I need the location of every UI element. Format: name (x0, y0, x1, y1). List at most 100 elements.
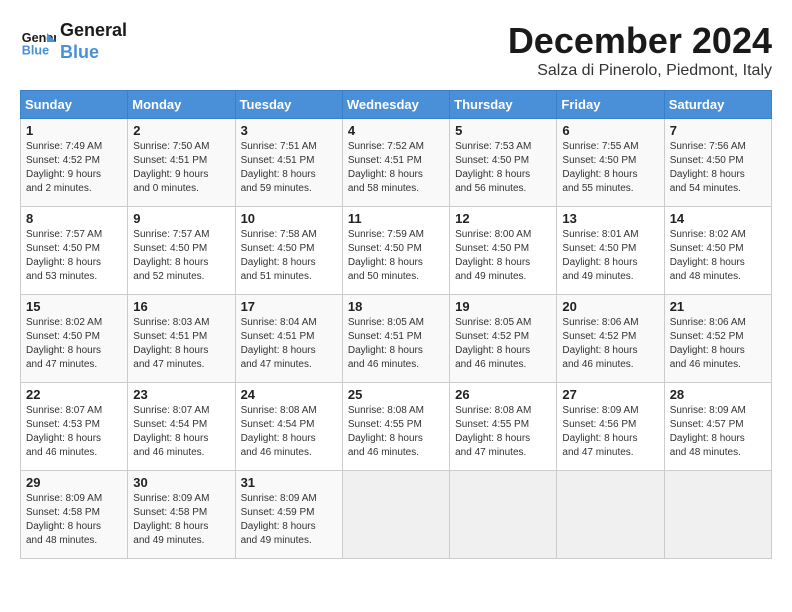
calendar-cell: 8 Sunrise: 7:57 AMSunset: 4:50 PMDaylight… (21, 207, 128, 295)
month-title: December 2024 (508, 20, 772, 62)
day-info: Sunrise: 7:50 AMSunset: 4:51 PMDaylight:… (133, 140, 229, 196)
calendar-week: 22 Sunrise: 8:07 AMSunset: 4:53 PMDayligh… (21, 383, 772, 471)
calendar-week: 1 Sunrise: 7:49 AMSunset: 4:52 PMDaylight… (21, 119, 772, 207)
day-number: 21 (670, 299, 766, 314)
calendar-cell: 16Sunrise: 8:03 AMSunset: 4:51 PMDayligh… (128, 295, 235, 383)
calendar-cell: 30Sunrise: 8:09 AMSunset: 4:58 PMDayligh… (128, 471, 235, 559)
day-info: Sunrise: 7:53 AMSunset: 4:50 PMDaylight:… (455, 140, 551, 196)
day-number: 6 (562, 123, 658, 138)
calendar-cell: 6 Sunrise: 7:55 AMSunset: 4:50 PMDaylight… (557, 119, 664, 207)
day-number: 19 (455, 299, 551, 314)
day-number: 11 (348, 211, 444, 226)
calendar-cell: 7Sunrise: 7:56 AMSunset: 4:50 PMDaylight… (664, 119, 771, 207)
day-info: Sunrise: 7:49 AMSunset: 4:52 PMDaylight:… (26, 140, 122, 196)
calendar-cell: 10 Sunrise: 7:58 AMSunset: 4:50 PMDayligh… (235, 207, 342, 295)
calendar-body: 1 Sunrise: 7:49 AMSunset: 4:52 PMDaylight… (21, 119, 772, 559)
day-info: Sunrise: 8:05 AMSunset: 4:52 PMDaylight:… (455, 316, 551, 372)
svg-text:Blue: Blue (22, 43, 49, 57)
logo-icon: General Blue (20, 24, 56, 60)
calendar-cell: 13Sunrise: 8:01 AMSunset: 4:50 PMDayligh… (557, 207, 664, 295)
day-info: Sunrise: 8:03 AMSunset: 4:51 PMDaylight:… (133, 316, 229, 372)
calendar-cell: 17 Sunrise: 8:04 AMSunset: 4:51 PMDayligh… (235, 295, 342, 383)
calendar-week: 8 Sunrise: 7:57 AMSunset: 4:50 PMDaylight… (21, 207, 772, 295)
day-number: 22 (26, 387, 122, 402)
calendar-cell (342, 471, 449, 559)
location-title: Salza di Pinerolo, Piedmont, Italy (508, 62, 772, 80)
calendar-cell: 5 Sunrise: 7:53 AMSunset: 4:50 PMDaylight… (450, 119, 557, 207)
weekday-header: Friday (557, 91, 664, 119)
day-number: 14 (670, 211, 766, 226)
calendar-cell (557, 471, 664, 559)
calendar-cell: 27 Sunrise: 8:09 AMSunset: 4:56 PMDayligh… (557, 383, 664, 471)
header: General Blue GeneralBlue December 2024 S… (20, 20, 772, 80)
day-number: 5 (455, 123, 551, 138)
day-number: 18 (348, 299, 444, 314)
day-number: 15 (26, 299, 122, 314)
calendar-cell (450, 471, 557, 559)
day-number: 25 (348, 387, 444, 402)
calendar-cell: 28Sunrise: 8:09 AMSunset: 4:57 PMDayligh… (664, 383, 771, 471)
weekday-header: Saturday (664, 91, 771, 119)
day-info: Sunrise: 8:05 AMSunset: 4:51 PMDaylight:… (348, 316, 444, 372)
day-info: Sunrise: 8:09 AMSunset: 4:56 PMDaylight:… (562, 404, 658, 460)
day-info: Sunrise: 8:02 AMSunset: 4:50 PMDaylight:… (670, 228, 766, 284)
day-number: 10 (241, 211, 337, 226)
day-number: 30 (133, 475, 229, 490)
day-info: Sunrise: 8:07 AMSunset: 4:53 PMDaylight:… (26, 404, 122, 460)
calendar-cell: 29Sunrise: 8:09 AMSunset: 4:58 PMDayligh… (21, 471, 128, 559)
calendar-cell: 24 Sunrise: 8:08 AMSunset: 4:54 PMDayligh… (235, 383, 342, 471)
day-number: 27 (562, 387, 658, 402)
calendar-cell: 1 Sunrise: 7:49 AMSunset: 4:52 PMDaylight… (21, 119, 128, 207)
day-number: 12 (455, 211, 551, 226)
logo-text: GeneralBlue (60, 20, 127, 63)
day-number: 23 (133, 387, 229, 402)
calendar-week: 15Sunrise: 8:02 AMSunset: 4:50 PMDayligh… (21, 295, 772, 383)
day-info: Sunrise: 7:52 AMSunset: 4:51 PMDaylight:… (348, 140, 444, 196)
calendar-cell: 11 Sunrise: 7:59 AMSunset: 4:50 PMDayligh… (342, 207, 449, 295)
day-number: 2 (133, 123, 229, 138)
calendar-cell: 31 Sunrise: 8:09 AMSunset: 4:59 PMDayligh… (235, 471, 342, 559)
calendar-cell: 23 Sunrise: 8:07 AMSunset: 4:54 PMDayligh… (128, 383, 235, 471)
day-number: 26 (455, 387, 551, 402)
weekday-header: Wednesday (342, 91, 449, 119)
calendar-cell: 3Sunrise: 7:51 AMSunset: 4:51 PMDaylight… (235, 119, 342, 207)
day-info: Sunrise: 7:55 AMSunset: 4:50 PMDaylight:… (562, 140, 658, 196)
calendar-header: SundayMondayTuesdayWednesdayThursdayFrid… (21, 91, 772, 119)
day-number: 1 (26, 123, 122, 138)
day-number: 24 (241, 387, 337, 402)
calendar-cell: 19 Sunrise: 8:05 AMSunset: 4:52 PMDayligh… (450, 295, 557, 383)
title-section: December 2024 Salza di Pinerolo, Piedmon… (508, 20, 772, 80)
weekday-header: Sunday (21, 91, 128, 119)
calendar-cell: 15Sunrise: 8:02 AMSunset: 4:50 PMDayligh… (21, 295, 128, 383)
calendar-cell: 18 Sunrise: 8:05 AMSunset: 4:51 PMDayligh… (342, 295, 449, 383)
logo: General Blue GeneralBlue (20, 20, 127, 63)
day-info: Sunrise: 8:09 AMSunset: 4:58 PMDaylight:… (26, 492, 122, 548)
calendar-cell: 9 Sunrise: 7:57 AMSunset: 4:50 PMDaylight… (128, 207, 235, 295)
calendar-cell: 20Sunrise: 8:06 AMSunset: 4:52 PMDayligh… (557, 295, 664, 383)
day-info: Sunrise: 8:09 AMSunset: 4:57 PMDaylight:… (670, 404, 766, 460)
day-info: Sunrise: 7:51 AMSunset: 4:51 PMDaylight:… (241, 140, 337, 196)
calendar-cell: 26 Sunrise: 8:08 AMSunset: 4:55 PMDayligh… (450, 383, 557, 471)
day-info: Sunrise: 7:58 AMSunset: 4:50 PMDaylight:… (241, 228, 337, 284)
calendar-cell: 12 Sunrise: 8:00 AMSunset: 4:50 PMDayligh… (450, 207, 557, 295)
day-info: Sunrise: 8:09 AMSunset: 4:59 PMDaylight:… (241, 492, 337, 548)
day-number: 31 (241, 475, 337, 490)
day-info: Sunrise: 8:00 AMSunset: 4:50 PMDaylight:… (455, 228, 551, 284)
day-info: Sunrise: 7:57 AMSunset: 4:50 PMDaylight:… (26, 228, 122, 284)
day-number: 8 (26, 211, 122, 226)
day-number: 9 (133, 211, 229, 226)
day-number: 17 (241, 299, 337, 314)
day-info: Sunrise: 7:59 AMSunset: 4:50 PMDaylight:… (348, 228, 444, 284)
day-info: Sunrise: 8:04 AMSunset: 4:51 PMDaylight:… (241, 316, 337, 372)
day-number: 7 (670, 123, 766, 138)
weekday-header: Monday (128, 91, 235, 119)
day-info: Sunrise: 8:08 AMSunset: 4:55 PMDaylight:… (455, 404, 551, 460)
day-info: Sunrise: 8:06 AMSunset: 4:52 PMDaylight:… (670, 316, 766, 372)
day-info: Sunrise: 8:08 AMSunset: 4:54 PMDaylight:… (241, 404, 337, 460)
weekday-header: Tuesday (235, 91, 342, 119)
day-info: Sunrise: 8:07 AMSunset: 4:54 PMDaylight:… (133, 404, 229, 460)
weekday-header: Thursday (450, 91, 557, 119)
day-number: 20 (562, 299, 658, 314)
calendar-cell: 22 Sunrise: 8:07 AMSunset: 4:53 PMDayligh… (21, 383, 128, 471)
day-info: Sunrise: 7:57 AMSunset: 4:50 PMDaylight:… (133, 228, 229, 284)
